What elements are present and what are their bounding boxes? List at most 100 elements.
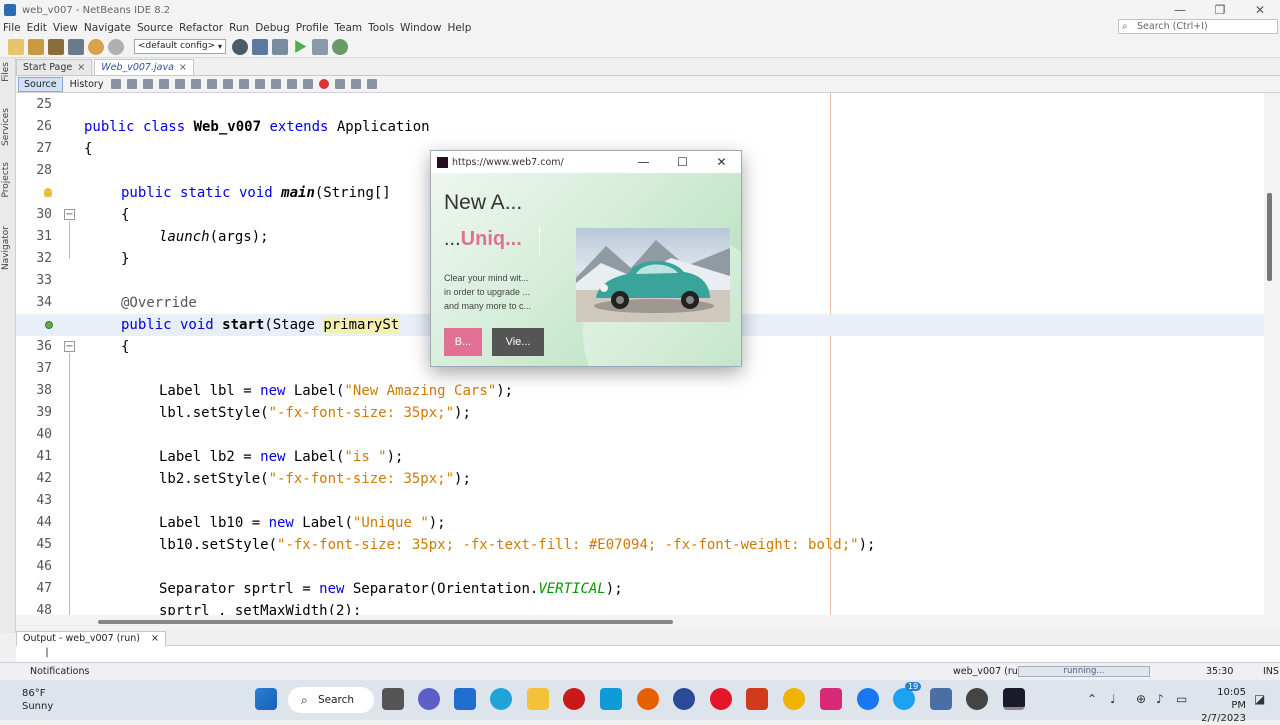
teams-chat-icon[interactable] — [418, 688, 440, 710]
uncomment-icon[interactable] — [367, 79, 378, 89]
office-icon[interactable] — [746, 688, 768, 710]
menu-navigate[interactable]: Navigate — [84, 22, 131, 34]
menu-window[interactable]: Window — [400, 22, 441, 34]
projects-panel-tab[interactable]: Projects — [1, 162, 11, 197]
clean-build-icon[interactable] — [272, 38, 288, 55]
minimize-icon[interactable]: — — [624, 151, 663, 173]
github-icon[interactable] — [966, 688, 988, 710]
shift-right-icon[interactable] — [303, 79, 314, 89]
ide-search-input[interactable]: ⌕ Search (Ctrl+I) — [1118, 19, 1278, 34]
netbeans-taskbar-icon[interactable] — [1003, 688, 1025, 710]
menu-view[interactable]: View — [53, 22, 78, 34]
close-icon[interactable]: × — [77, 62, 85, 73]
close-icon[interactable]: ✕ — [702, 151, 741, 173]
config-select[interactable]: <default config> — [134, 39, 226, 54]
menu-run[interactable]: Run — [229, 22, 249, 34]
services-panel-tab[interactable]: Services — [1, 108, 11, 146]
next-bookmark-icon[interactable] — [255, 79, 266, 89]
save-all-icon[interactable] — [68, 38, 84, 55]
last-edit-icon[interactable] — [111, 79, 122, 89]
toggle-rect-select-icon[interactable] — [223, 79, 234, 89]
restore-icon[interactable]: ❐ — [1200, 0, 1240, 20]
menu-team[interactable]: Team — [334, 22, 362, 34]
editor-horizontal-scrollbar[interactable] — [16, 615, 1280, 629]
volume-icon[interactable]: ♪ — [1156, 692, 1164, 706]
toggle-highlight-icon[interactable] — [207, 79, 218, 89]
scrollbar-thumb[interactable] — [98, 620, 673, 624]
prev-bookmark-icon[interactable] — [239, 79, 250, 89]
tab-start-page[interactable]: Start Page × — [16, 59, 93, 75]
view-button[interactable]: Vie... — [492, 328, 544, 356]
toggle-bookmark-icon[interactable] — [271, 79, 282, 89]
run-icon[interactable] — [295, 40, 307, 53]
microphone-icon[interactable]: ♩ — [1110, 692, 1116, 706]
notifications-label[interactable]: Notifications — [30, 666, 89, 677]
fold-toggle-icon[interactable]: − — [64, 341, 75, 352]
history-view-button[interactable]: History — [65, 78, 109, 91]
close-icon[interactable]: ✕ — [1240, 0, 1280, 20]
forward-icon[interactable] — [143, 79, 154, 89]
maximize-icon[interactable]: ☐ — [663, 151, 702, 173]
find-prev-icon[interactable] — [175, 79, 186, 89]
primary-button[interactable]: B... — [444, 328, 482, 356]
edge-icon[interactable] — [490, 688, 512, 710]
l-app-icon[interactable] — [600, 688, 622, 710]
find-next-icon[interactable] — [191, 79, 202, 89]
record-app-icon[interactable] — [563, 688, 585, 710]
menu-tools[interactable]: Tools — [368, 22, 394, 34]
stop-macro-icon[interactable] — [335, 79, 346, 89]
scrollbar-thumb[interactable] — [1267, 193, 1272, 281]
menu-source[interactable]: Source — [137, 22, 173, 34]
instagram-icon[interactable] — [820, 688, 842, 710]
record-macro-icon[interactable] — [319, 79, 330, 89]
notifications-icon[interactable]: ◪ — [1254, 692, 1265, 706]
override-marker-icon[interactable] — [45, 321, 53, 329]
firefox-icon[interactable] — [637, 688, 659, 710]
navigator-panel-tab[interactable]: Navigator — [1, 226, 11, 270]
menu-edit[interactable]: Edit — [27, 22, 47, 34]
minimize-icon[interactable]: — — [1160, 0, 1200, 20]
new-file-icon[interactable] — [8, 38, 24, 55]
undo-icon[interactable] — [88, 38, 104, 55]
comment-icon[interactable] — [351, 79, 362, 89]
files-panel-tab[interactable]: Files — [1, 62, 11, 82]
file-explorer-icon[interactable] — [527, 688, 549, 710]
bulb-icon[interactable] — [44, 188, 52, 197]
output-area[interactable]: | — [16, 646, 1280, 662]
menu-help[interactable]: Help — [447, 22, 471, 34]
opera-icon[interactable] — [710, 688, 732, 710]
fold-toggle-icon[interactable]: − — [64, 209, 75, 220]
taskbar-search[interactable]: ⌕ Search — [288, 687, 374, 713]
globe-icon[interactable]: ⊕ — [1136, 692, 1146, 706]
app-window-titlebar[interactable]: https://www.web7.com/ — ☐ ✕ — [431, 151, 741, 173]
facebook-icon[interactable] — [857, 688, 879, 710]
javafx-app-window[interactable]: https://www.web7.com/ — ☐ ✕ New A... ...… — [430, 150, 742, 367]
back-icon[interactable] — [127, 79, 138, 89]
clock[interactable]: 10:05 PM 2/7/2023 — [1200, 686, 1246, 725]
globe-icon[interactable] — [232, 38, 248, 55]
app-icon[interactable] — [673, 688, 695, 710]
shift-left-icon[interactable] — [287, 79, 298, 89]
battery-icon[interactable]: ▭ — [1176, 692, 1187, 706]
chevron-up-icon[interactable]: ⌃ — [1087, 692, 1097, 706]
virtualbox-icon[interactable] — [930, 688, 952, 710]
menu-profile[interactable]: Profile — [296, 22, 329, 34]
new-project-icon[interactable] — [28, 38, 44, 55]
editor-vertical-scrollbar[interactable] — [1264, 93, 1280, 615]
mail-icon[interactable] — [454, 688, 476, 710]
start-icon[interactable] — [255, 688, 277, 710]
profile-icon[interactable] — [332, 38, 348, 55]
chrome-icon[interactable] — [783, 688, 805, 710]
find-icon[interactable] — [159, 79, 170, 89]
twitter-icon[interactable]: 19 — [893, 682, 922, 710]
tab-web-v007-java[interactable]: Web_v007.java × — [94, 59, 194, 75]
open-project-icon[interactable] — [48, 38, 64, 55]
menu-file[interactable]: File — [3, 22, 21, 34]
build-icon[interactable] — [252, 38, 268, 55]
close-icon[interactable]: × — [179, 62, 187, 73]
menu-refactor[interactable]: Refactor — [179, 22, 223, 34]
debug-icon[interactable] — [312, 38, 328, 55]
source-view-button[interactable]: Source — [18, 76, 63, 92]
tab-output[interactable]: Output - web_v007 (run) × — [16, 630, 166, 646]
redo-icon[interactable] — [108, 38, 124, 55]
